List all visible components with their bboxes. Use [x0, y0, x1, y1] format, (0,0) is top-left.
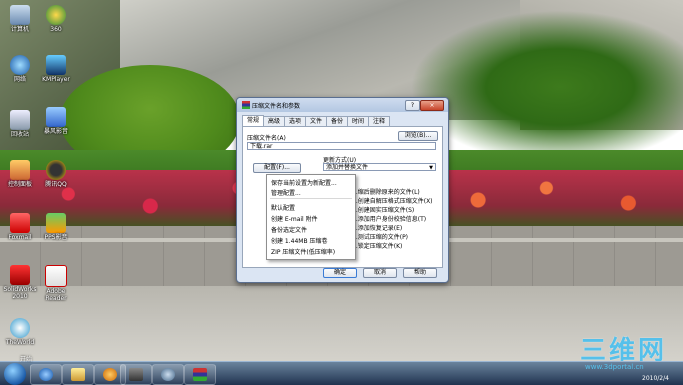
watermark-url: www.3dportal.cn	[585, 363, 644, 371]
clock-date: 2010/2/4	[642, 375, 669, 382]
pps-icon	[46, 213, 66, 233]
option-label: ...测试压缩的文件(P)	[352, 234, 409, 241]
background-palm	[410, 10, 683, 150]
dialog-title: 压缩文件名和参数	[252, 103, 301, 110]
option-label: ...锁定压缩文件(K)	[352, 243, 403, 250]
control-panel-icon	[10, 160, 30, 180]
foxmail-icon	[10, 213, 30, 233]
desktop-icon-solidworks[interactable]: SolidWorks 2010	[0, 265, 40, 300]
menu-item-save-profile[interactable]: 保存当前设置为新配置...	[271, 178, 337, 187]
update-mode-value: 添加并替换文件	[326, 164, 369, 171]
taskbar-app-2[interactable]	[152, 364, 184, 385]
menu-item-floppy-volumes[interactable]: 创建 1.44MB 压缩卷	[271, 236, 327, 245]
menu-item-default-profile[interactable]: 默认配置	[271, 203, 295, 212]
theworld-icon	[10, 318, 30, 338]
internet-explorer-icon	[39, 368, 53, 381]
desktop-icon-kmplayer[interactable]: KMPlayer	[36, 55, 76, 83]
desktop-icon-label: SolidWorks 2010	[3, 286, 37, 300]
taskbar-ie[interactable]	[30, 364, 62, 385]
profiles-button[interactable]: 配置(F)...	[253, 163, 301, 173]
solidworks-icon	[10, 265, 30, 285]
360-icon	[46, 5, 66, 25]
network-icon	[10, 55, 30, 75]
desktop-icon-label: TheWorld	[5, 339, 35, 346]
desktop-icon-network[interactable]: 网络	[0, 55, 40, 83]
menu-item-backup-files[interactable]: 备份选定文件	[271, 225, 307, 234]
desktop-icon-label: 计算机	[10, 26, 29, 33]
desktop-icon-recycle-bin[interactable]: 回收站	[0, 110, 40, 138]
app-icon	[129, 368, 143, 381]
tab-options[interactable]: 选项	[284, 116, 306, 126]
tab-time[interactable]: 时间	[347, 116, 369, 126]
option-label: ...添加用户身份校验信息(T)	[352, 216, 427, 223]
option-label: ...创建固实压缩文件(S)	[352, 207, 415, 214]
baofeng-icon	[46, 107, 66, 127]
tab-files[interactable]: 文件	[305, 116, 327, 126]
ok-button[interactable]: 确定	[323, 268, 357, 278]
browse-button[interactable]: 浏览(B)...	[398, 131, 438, 141]
taskbar: 开始 www.3dportal.cn 2010/2/4	[0, 356, 683, 385]
help-button[interactable]: 帮助	[403, 268, 437, 278]
desktop-icon-pps[interactable]: PPS影音	[36, 213, 76, 241]
chevron-down-icon: ▼	[429, 165, 433, 171]
recycle-bin-icon	[10, 110, 30, 130]
update-mode-select[interactable]: 添加并替换文件 ▼	[323, 163, 436, 171]
archive-name-field[interactable]: 下载.rar	[247, 142, 436, 150]
clock[interactable]: 2010/2/4	[642, 365, 669, 383]
tab-advanced[interactable]: 高级	[263, 116, 285, 126]
folder-icon	[71, 368, 85, 381]
app-icon	[161, 368, 175, 381]
archive-name-value: 下载.rar	[250, 143, 273, 150]
qq-penguin-icon	[46, 160, 66, 180]
media-player-icon	[103, 368, 117, 381]
desktop-icon-label: 控制面板	[7, 181, 32, 188]
desktop-icon-control-panel[interactable]: 控制面板	[0, 160, 40, 188]
tab-general[interactable]: 常规	[242, 115, 264, 126]
desktop-icon-label: 回收站	[10, 131, 29, 138]
desktop-icon-label: 暴风影音	[43, 128, 68, 135]
menu-item-manage-profiles[interactable]: 管理配置...	[271, 188, 301, 197]
desktop-icon-computer[interactable]: 计算机	[0, 5, 40, 33]
adobe-reader-icon	[45, 265, 67, 287]
tab-comment[interactable]: 注释	[368, 116, 390, 126]
kmplayer-icon	[46, 55, 66, 75]
computer-icon	[10, 5, 30, 25]
option-label: ...创建自解压格式压缩文件(X)	[352, 198, 433, 205]
desktop-icon-label: Adobe Reader	[45, 288, 67, 302]
menu-item-zip-low[interactable]: ZIP 压缩文件(低压缩率)	[271, 247, 335, 256]
profiles-menu: 保存当前设置为新配置... 管理配置... 默认配置 创建 E-mail 附件 …	[266, 174, 356, 260]
option-label: ...添加恢复记录(E)	[352, 225, 403, 232]
dialog-titlebar[interactable]: 压缩文件名和参数 ? ×	[237, 98, 448, 112]
desktop: 计算机 360 网络 KMPlayer 回收站 暴风影音 控制面板 腾讯QQ F…	[0, 0, 683, 361]
close-button[interactable]: ×	[420, 100, 444, 111]
desktop-icon-label: 360	[50, 26, 62, 33]
desktop-icon-label: Foxmail	[8, 234, 32, 241]
option-label: ...缩后删除原来的文件(L)	[352, 189, 420, 196]
desktop-icon-label: KMPlayer	[42, 76, 70, 83]
menu-item-email-attachment[interactable]: 创建 E-mail 附件	[271, 214, 318, 223]
desktop-icon-label: 腾讯QQ	[45, 181, 67, 188]
desktop-icon-adobe-reader[interactable]: Adobe Reader	[36, 265, 76, 302]
menu-separator	[270, 198, 352, 199]
watermark-logo: 三维网	[580, 336, 668, 361]
winrar-icon	[193, 368, 207, 381]
taskbar-winrar[interactable]	[184, 364, 216, 385]
desktop-icon-qq[interactable]: 腾讯QQ	[36, 160, 76, 188]
desktop-icon-label: 网络	[13, 76, 26, 83]
start-button[interactable]	[4, 363, 26, 385]
desktop-icon-theworld[interactable]: TheWorld	[0, 318, 40, 346]
taskbar-explorer[interactable]	[62, 364, 94, 385]
desktop-icon-360[interactable]: 360	[36, 5, 76, 33]
desktop-icon-foxmail[interactable]: Foxmail	[0, 213, 40, 241]
desktop-icon-baofeng[interactable]: 暴风影音	[36, 107, 76, 135]
desktop-icon-label: PPS影音	[44, 234, 68, 241]
start-label: 开始	[20, 356, 33, 363]
option-sfx[interactable]: ...创建自解压格式压缩文件(X)	[343, 196, 433, 205]
help-title-button[interactable]: ?	[405, 100, 420, 111]
archive-name-label: 压缩文件名(A)	[247, 135, 286, 142]
cancel-button[interactable]: 取消	[363, 268, 397, 278]
tab-backup[interactable]: 备份	[326, 116, 348, 126]
winrar-icon	[242, 101, 250, 109]
taskbar-app-1[interactable]	[120, 364, 152, 385]
